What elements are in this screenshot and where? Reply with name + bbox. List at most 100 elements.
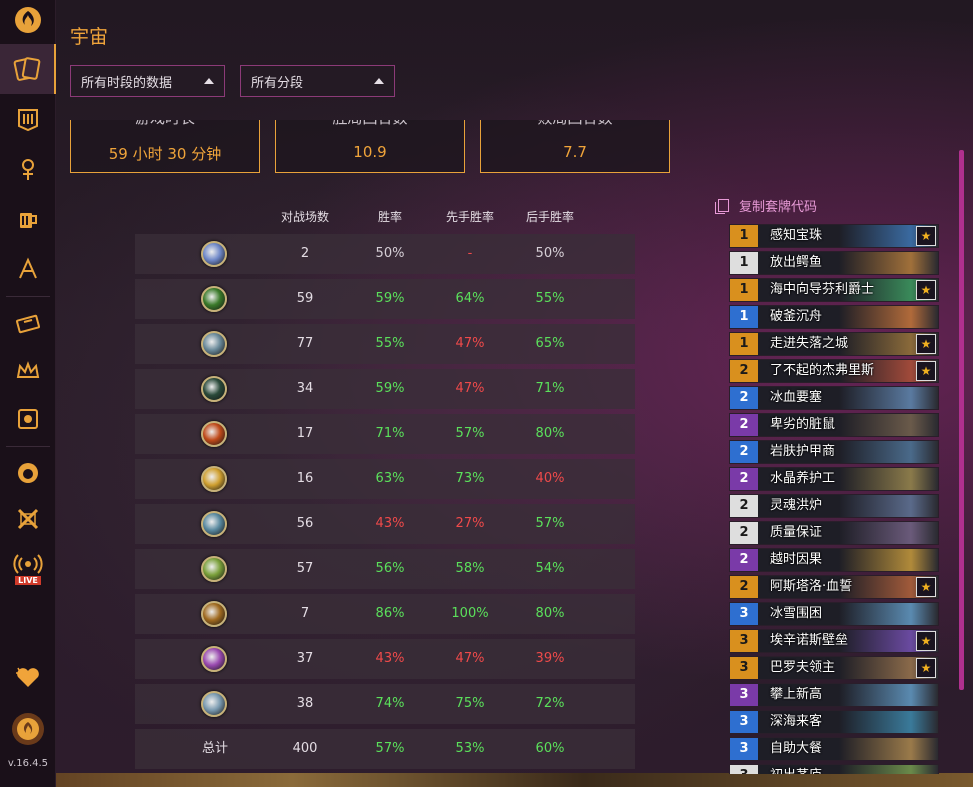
deck-card[interactable]: 3 自助大餐	[729, 737, 939, 761]
card-name: 初出茅庐	[770, 765, 822, 774]
legendary-star-icon: ★	[916, 361, 936, 381]
rank-filter-label: 所有分段	[251, 75, 304, 91]
deck-card[interactable]: 3 攀上新高	[729, 683, 939, 707]
deck-card[interactable]: 1 破釜沉舟	[729, 305, 939, 329]
warlock-icon	[201, 646, 227, 672]
card-cost: 1	[730, 306, 758, 328]
card-name: 破釜沉舟	[770, 309, 823, 324]
second-winrate-cell: 65%	[535, 336, 565, 351]
card-cost: 2	[730, 468, 758, 490]
card-name: 海中向导芬利爵士	[770, 282, 875, 297]
card-cost: 1	[730, 252, 758, 274]
crown-icon[interactable]	[0, 346, 56, 396]
card-cost: 3	[730, 684, 758, 706]
card-name: 了不起的杰弗里斯	[770, 363, 875, 378]
stat-value: 59 小时 30 分钟	[108, 145, 222, 163]
table-row: 57 56% 58% 54%	[135, 549, 635, 589]
legendary-star-icon: ★	[916, 226, 936, 246]
deck-card[interactable]: 2 越时因果	[729, 548, 939, 572]
live-icon[interactable]: LIVE	[0, 544, 56, 594]
card-name: 深海来客	[770, 714, 823, 729]
decks-icon[interactable]	[0, 44, 56, 94]
deck-card[interactable]: 1 海中向导芬利爵士 ★	[729, 278, 939, 302]
deck-card[interactable]: 3 深海来客	[729, 710, 939, 734]
winrate-cell: 56%	[375, 561, 405, 576]
card-name: 卑劣的脏鼠	[770, 417, 836, 432]
first-winrate-cell: 58%	[455, 561, 485, 576]
deck-card[interactable]: 2 质量保证	[729, 521, 939, 545]
heart-icon[interactable]	[0, 652, 56, 702]
legendary-star-icon: ★	[916, 334, 936, 354]
crossed-swords-icon[interactable]	[0, 494, 56, 544]
card-name: 巴罗夫领主	[770, 660, 836, 675]
card-name: 质量保证	[770, 525, 823, 540]
first-winrate-cell: -	[467, 246, 473, 261]
rank-filter-dropdown[interactable]: 所有分段	[240, 65, 395, 97]
games-cell: 37	[296, 651, 314, 666]
tavern-icon[interactable]	[0, 194, 56, 244]
card-cost: 2	[730, 576, 758, 598]
copy-icon	[715, 199, 729, 214]
stat-label: 胜局回合数	[276, 120, 464, 128]
second-winrate-cell: 50%	[535, 246, 565, 261]
deck-card[interactable]: 2 卑劣的脏鼠	[729, 413, 939, 437]
stat-value: 7.7	[563, 143, 587, 161]
games-cell: 17	[296, 426, 314, 441]
deck-card[interactable]: 2 冰血要塞	[729, 386, 939, 410]
hunter-icon	[201, 376, 227, 402]
live-badge: LIVE	[15, 576, 41, 585]
deck-card[interactable]: 3 初出茅庐	[729, 764, 939, 774]
deck-card[interactable]: 2 灵魂洪炉	[729, 494, 939, 518]
winrate-cell: 43%	[375, 651, 405, 666]
column-header-first-winrate: 先手胜率	[445, 210, 494, 224]
lion-icon[interactable]	[0, 448, 56, 498]
card-cost: 2	[730, 414, 758, 436]
card-cost: 2	[730, 360, 758, 382]
copy-deck-code-button[interactable]: 复制套牌代码	[715, 196, 817, 215]
table-row: 2 50% - 50%	[135, 234, 635, 274]
arena-icon[interactable]	[0, 244, 56, 294]
deck-card[interactable]: 1 感知宝珠 ★	[729, 224, 939, 248]
deck-card[interactable]: 2 了不起的杰弗里斯 ★	[729, 359, 939, 383]
deck-card[interactable]: 2 岩肤护甲商	[729, 440, 939, 464]
table-row: 17 71% 57% 80%	[135, 414, 635, 454]
games-cell: 56	[296, 516, 314, 531]
battlegrounds-icon[interactable]	[0, 94, 56, 144]
winrate-cell: 71%	[375, 426, 405, 441]
column-header-second-winrate: 后手胜率	[525, 210, 574, 224]
rogue-icon	[201, 556, 227, 582]
time-filter-dropdown[interactable]: 所有时段的数据	[70, 65, 225, 97]
card-name: 灵魂洪炉	[770, 498, 823, 513]
second-winrate-cell: 72%	[535, 696, 565, 711]
deck-card[interactable]: 3 巴罗夫领主 ★	[729, 656, 939, 680]
stat-card-win-turns: 胜局回合数 10.9	[275, 120, 465, 173]
deck-card[interactable]: 2 水晶养护工	[729, 467, 939, 491]
card-cost: 1	[730, 225, 758, 247]
scrollbar[interactable]	[959, 150, 964, 690]
deck-card[interactable]: 3 埃辛诺斯壁垒 ★	[729, 629, 939, 653]
card-cost: 2	[730, 387, 758, 409]
warrior-icon	[201, 241, 227, 267]
games-cell: 34	[296, 381, 314, 396]
second-winrate-cell: 71%	[535, 381, 565, 396]
profile-icon[interactable]	[0, 704, 56, 754]
paladin-icon	[201, 466, 227, 492]
card-name: 放出鳄鱼	[770, 255, 823, 270]
card-cost: 3	[730, 711, 758, 733]
table-row: 38 74% 75% 72%	[135, 684, 635, 724]
winrate-cell: 59%	[375, 381, 405, 396]
deck-card[interactable]: 1 走进失落之城 ★	[729, 332, 939, 356]
first-winrate-cell: 47%	[455, 336, 485, 351]
logo-icon[interactable]	[0, 0, 56, 40]
mercenaries-icon[interactable]	[0, 144, 56, 194]
deck-card[interactable]: 3 冰雪围困	[729, 602, 939, 626]
page-title: 宇宙	[70, 26, 109, 48]
deck-card[interactable]: 2 阿斯塔洛·血誓 ★	[729, 575, 939, 599]
deck-card[interactable]: 1 放出鳄鱼	[729, 251, 939, 275]
tickets-icon[interactable]	[0, 298, 56, 348]
collection-icon[interactable]	[0, 394, 56, 444]
card-name: 冰雪围困	[770, 606, 823, 621]
column-header-games: 对战场数	[280, 210, 329, 224]
sidebar-divider	[6, 446, 50, 447]
card-cost: 2	[730, 495, 758, 517]
